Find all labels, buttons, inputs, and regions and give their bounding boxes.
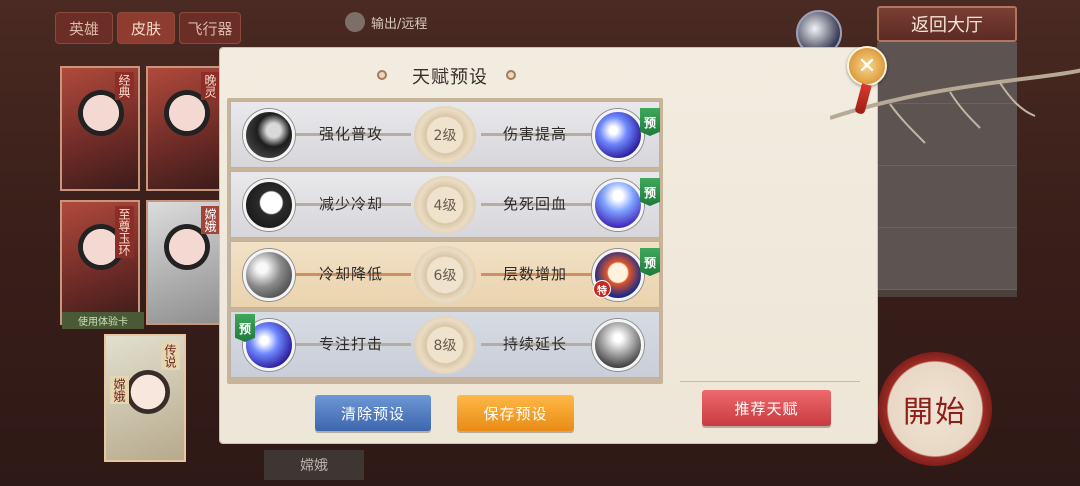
tab-aircraft[interactable]: 飞行器 xyxy=(179,12,241,44)
talent-option-left[interactable]: 冷却降低 xyxy=(319,263,383,284)
title-ornament-right xyxy=(506,70,516,80)
blue-slash-icon[interactable] xyxy=(592,109,644,161)
clear-preset-button[interactable]: 清除预设 xyxy=(315,395,431,431)
dialog-title: 天赋预设 xyxy=(412,67,488,88)
return-lobby-button[interactable]: 返回大厅 xyxy=(877,6,1017,42)
skin-label: 经典 xyxy=(115,72,134,100)
talent-option-right[interactable]: 免死回血 xyxy=(503,193,567,214)
talent-option-right[interactable]: 层数增加 xyxy=(503,263,567,284)
gray-burst-icon[interactable] xyxy=(592,319,644,371)
save-preset-button[interactable]: 保存预设 xyxy=(457,395,574,431)
side-slot[interactable] xyxy=(877,42,1017,104)
gray-rays-icon[interactable] xyxy=(243,249,295,301)
talent-row[interactable]: 预 专注打击 8级 持续延长 xyxy=(230,311,660,378)
tab-hero[interactable]: 英雄 xyxy=(55,12,113,44)
recommend-talent-button[interactable]: 推荐天赋 xyxy=(702,390,831,426)
close-icon[interactable]: ✕ xyxy=(847,46,887,86)
tab-skin[interactable]: 皮肤 xyxy=(117,12,175,44)
talent-option-left[interactable]: 专注打击 xyxy=(319,333,383,354)
talent-row[interactable]: 强化普攻 2级 伤害提高 预 xyxy=(230,101,660,168)
special-badge: 特 xyxy=(593,280,611,298)
role-tag: 输出/远程 xyxy=(345,12,427,32)
level-badge: 6级 xyxy=(414,246,476,304)
divider xyxy=(680,381,860,382)
hero-tabs: 英雄 皮肤 飞行器 xyxy=(55,12,241,44)
trial-card-note: 使用体验卡 xyxy=(62,312,144,329)
skin-card[interactable]: 晚灵 xyxy=(146,66,226,191)
side-panel xyxy=(877,42,1017,297)
skin-label: 晚灵 xyxy=(201,72,220,100)
talent-preset-dialog: 天赋预设 强化普攻 2级 伤害提高 预 减少冷却 4级 免死回血 预 冷却降低 … xyxy=(220,48,1080,443)
skin-rarity-label: 传说 xyxy=(161,342,180,370)
level-badge: 2级 xyxy=(414,106,476,164)
preset-badge: 预 xyxy=(640,178,660,206)
side-slot[interactable] xyxy=(877,228,1017,290)
skin-label: 嫦娥 xyxy=(201,206,220,234)
talent-option-right[interactable]: 伤害提高 xyxy=(503,123,567,144)
skin-card[interactable]: 至尊玉环 xyxy=(60,200,140,325)
dark-swirl-icon[interactable] xyxy=(243,109,295,161)
blue-rays-icon[interactable] xyxy=(592,179,644,231)
role-icon xyxy=(345,12,365,32)
start-button[interactable]: 開始 xyxy=(878,352,992,466)
talent-row[interactable]: 减少冷却 4级 免死回血 预 xyxy=(230,171,660,238)
talent-option-right[interactable]: 持续延长 xyxy=(503,333,567,354)
skin-name-label: 嫦娥 xyxy=(110,376,129,404)
skin-portrait xyxy=(126,370,170,414)
skin-label: 至尊玉环 xyxy=(115,206,134,258)
talent-option-left[interactable]: 强化普攻 xyxy=(319,123,383,144)
preset-badge: 预 xyxy=(640,108,660,136)
talent-row[interactable]: 冷却降低 6级 层数增加 特 预 xyxy=(230,241,660,308)
level-badge: 8级 xyxy=(414,316,476,374)
selected-skin-card[interactable]: 传说 嫦娥 xyxy=(104,334,186,462)
talent-list: 强化普攻 2级 伤害提高 预 减少冷却 4级 免死回血 预 冷却降低 6级 层数… xyxy=(227,98,663,384)
skin-card[interactable]: 嫦娥 xyxy=(146,200,226,325)
side-slot[interactable] xyxy=(877,166,1017,228)
level-badge: 4级 xyxy=(414,176,476,234)
hero-name-tab[interactable]: 嫦娥 xyxy=(264,450,364,480)
skin-grid: 经典 晚灵 至尊玉环 嫦娥 xyxy=(60,66,226,331)
moon-figure-icon[interactable] xyxy=(243,179,295,231)
talent-option-left[interactable]: 减少冷却 xyxy=(319,193,383,214)
preset-badge: 预 xyxy=(640,248,660,276)
preset-badge: 预 xyxy=(235,314,255,342)
skin-card[interactable]: 经典 xyxy=(60,66,140,191)
side-slot[interactable] xyxy=(877,104,1017,166)
role-text: 输出/远程 xyxy=(371,16,428,32)
